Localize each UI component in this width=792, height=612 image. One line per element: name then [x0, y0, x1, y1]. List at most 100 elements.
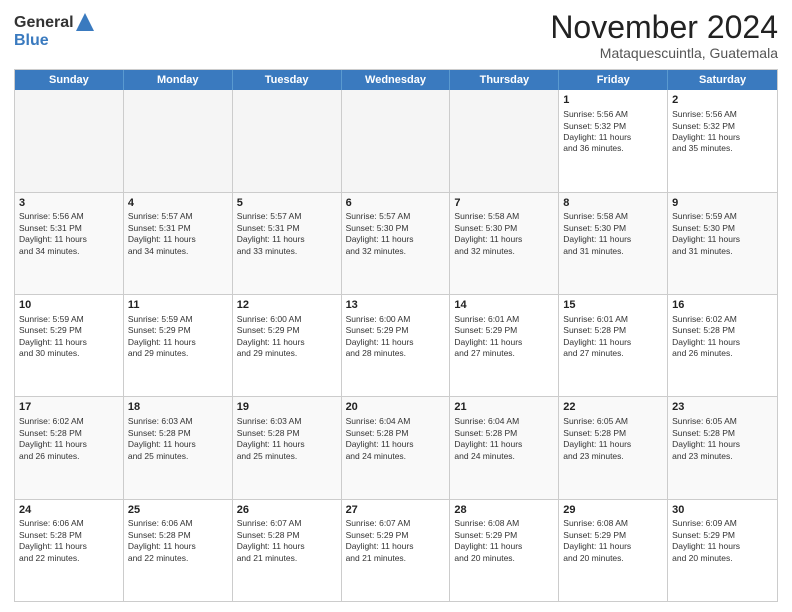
day-number: 8 — [563, 196, 663, 211]
day-number: 26 — [237, 503, 337, 518]
day-number: 24 — [19, 503, 119, 518]
calendar-row-1: 3Sunrise: 5:56 AM Sunset: 5:31 PM Daylig… — [15, 192, 777, 294]
day-number: 12 — [237, 298, 337, 313]
day-cell-1: 1Sunrise: 5:56 AM Sunset: 5:32 PM Daylig… — [559, 90, 668, 191]
header: General Blue November 2024 Mataquescuint… — [14, 10, 778, 61]
day-cell-15: 15Sunrise: 6:01 AM Sunset: 5:28 PM Dayli… — [559, 295, 668, 396]
day-info: Sunrise: 6:04 AM Sunset: 5:28 PM Dayligh… — [346, 416, 446, 462]
day-cell-12: 12Sunrise: 6:00 AM Sunset: 5:29 PM Dayli… — [233, 295, 342, 396]
location: Mataquescuintla, Guatemala — [550, 45, 778, 61]
day-cell-3: 3Sunrise: 5:56 AM Sunset: 5:31 PM Daylig… — [15, 193, 124, 294]
day-cell-26: 26Sunrise: 6:07 AM Sunset: 5:28 PM Dayli… — [233, 500, 342, 601]
day-number: 25 — [128, 503, 228, 518]
day-info: Sunrise: 5:56 AM Sunset: 5:32 PM Dayligh… — [563, 109, 663, 155]
day-number: 1 — [563, 93, 663, 108]
day-number: 6 — [346, 196, 446, 211]
day-cell-16: 16Sunrise: 6:02 AM Sunset: 5:28 PM Dayli… — [668, 295, 777, 396]
title-area: November 2024 Mataquescuintla, Guatemala — [550, 10, 778, 61]
day-number: 30 — [672, 503, 773, 518]
day-info: Sunrise: 5:59 AM Sunset: 5:30 PM Dayligh… — [672, 211, 773, 257]
day-info: Sunrise: 6:07 AM Sunset: 5:28 PM Dayligh… — [237, 518, 337, 564]
day-info: Sunrise: 5:58 AM Sunset: 5:30 PM Dayligh… — [563, 211, 663, 257]
day-info: Sunrise: 6:08 AM Sunset: 5:29 PM Dayligh… — [563, 518, 663, 564]
header-day-wednesday: Wednesday — [342, 70, 451, 90]
logo-blue: Blue — [14, 32, 49, 50]
day-number: 7 — [454, 196, 554, 211]
day-number: 14 — [454, 298, 554, 313]
calendar-header: SundayMondayTuesdayWednesdayThursdayFrid… — [15, 70, 777, 90]
day-number: 10 — [19, 298, 119, 313]
header-day-sunday: Sunday — [15, 70, 124, 90]
day-info: Sunrise: 6:01 AM Sunset: 5:29 PM Dayligh… — [454, 314, 554, 360]
day-info: Sunrise: 6:01 AM Sunset: 5:28 PM Dayligh… — [563, 314, 663, 360]
day-number: 16 — [672, 298, 773, 313]
day-cell-14: 14Sunrise: 6:01 AM Sunset: 5:29 PM Dayli… — [450, 295, 559, 396]
day-cell-29: 29Sunrise: 6:08 AM Sunset: 5:29 PM Dayli… — [559, 500, 668, 601]
day-cell-13: 13Sunrise: 6:00 AM Sunset: 5:29 PM Dayli… — [342, 295, 451, 396]
day-cell-9: 9Sunrise: 5:59 AM Sunset: 5:30 PM Daylig… — [668, 193, 777, 294]
calendar-row-4: 24 Sunrise: 6:06 AM Sunset: 5:28 PM Dayli… — [15, 499, 777, 601]
day-number: 29 — [563, 503, 663, 518]
day-cell-7: 7Sunrise: 5:58 AM Sunset: 5:30 PM Daylig… — [450, 193, 559, 294]
day-info: Sunrise: 6:00 AM Sunset: 5:29 PM Dayligh… — [237, 314, 337, 360]
day-info: Sunrise: 5:57 AM Sunset: 5:31 PM Dayligh… — [237, 211, 337, 257]
calendar-row-0: 1Sunrise: 5:56 AM Sunset: 5:32 PM Daylig… — [15, 90, 777, 191]
day-info: Sunrise: 5:57 AM Sunset: 5:30 PM Dayligh… — [346, 211, 446, 257]
header-day-saturday: Saturday — [668, 70, 777, 90]
day-cell-11: 11Sunrise: 5:59 AM Sunset: 5:29 PM Dayli… — [124, 295, 233, 396]
day-info: Sunrise: 6:06 AM Sunset: 5:28 PM Dayligh… — [128, 518, 228, 564]
day-cell-23: 23Sunrise: 6:05 AM Sunset: 5:28 PM Dayli… — [668, 397, 777, 498]
day-info: Sunrise: 5:56 AM Sunset: 5:32 PM Dayligh… — [672, 109, 773, 155]
day-number: 13 — [346, 298, 446, 313]
empty-cell-0-1 — [124, 90, 233, 191]
page-container: General Blue November 2024 Mataquescuint… — [0, 0, 792, 612]
day-info: Sunrise: 6:08 AM Sunset: 5:29 PM Dayligh… — [454, 518, 554, 564]
header-day-thursday: Thursday — [450, 70, 559, 90]
day-number: 20 — [346, 400, 446, 415]
day-info: Sunrise: 5:59 AM Sunset: 5:29 PM Dayligh… — [19, 314, 119, 360]
day-number: 3 — [19, 196, 119, 211]
day-number: 27 — [346, 503, 446, 518]
day-number: 2 — [672, 93, 773, 108]
day-info: Sunrise: 6:09 AM Sunset: 5:29 PM Dayligh… — [672, 518, 773, 564]
day-number: 11 — [128, 298, 228, 313]
day-info: Sunrise: 6:07 AM Sunset: 5:29 PM Dayligh… — [346, 518, 446, 564]
day-cell-24: 24Sunrise: 6:06 AM Sunset: 5:28 PM Dayli… — [15, 500, 124, 601]
calendar-row-2: 10Sunrise: 5:59 AM Sunset: 5:29 PM Dayli… — [15, 294, 777, 396]
day-info: Sunrise: 6:03 AM Sunset: 5:28 PM Dayligh… — [237, 416, 337, 462]
logo-general: General — [14, 14, 74, 32]
header-day-friday: Friday — [559, 70, 668, 90]
logo-triangle-icon — [76, 13, 94, 31]
day-info: Sunrise: 5:57 AM Sunset: 5:31 PM Dayligh… — [128, 211, 228, 257]
day-number: 5 — [237, 196, 337, 211]
calendar-row-3: 17Sunrise: 6:02 AM Sunset: 5:28 PM Dayli… — [15, 396, 777, 498]
day-cell-6: 6Sunrise: 5:57 AM Sunset: 5:30 PM Daylig… — [342, 193, 451, 294]
day-cell-4: 4Sunrise: 5:57 AM Sunset: 5:31 PM Daylig… — [124, 193, 233, 294]
day-cell-27: 27Sunrise: 6:07 AM Sunset: 5:29 PM Dayli… — [342, 500, 451, 601]
day-cell-30: 30Sunrise: 6:09 AM Sunset: 5:29 PM Dayli… — [668, 500, 777, 601]
day-info: Sunrise: 6:02 AM Sunset: 5:28 PM Dayligh… — [19, 416, 119, 462]
day-cell-25: 25Sunrise: 6:06 AM Sunset: 5:28 PM Dayli… — [124, 500, 233, 601]
day-number: 22 — [563, 400, 663, 415]
day-info: Sunrise: 6:04 AM Sunset: 5:28 PM Dayligh… — [454, 416, 554, 462]
day-number: 9 — [672, 196, 773, 211]
calendar-body: 1Sunrise: 5:56 AM Sunset: 5:32 PM Daylig… — [15, 90, 777, 601]
logo: General Blue — [14, 14, 94, 50]
day-cell-17: 17Sunrise: 6:02 AM Sunset: 5:28 PM Dayli… — [15, 397, 124, 498]
day-cell-18: 18Sunrise: 6:03 AM Sunset: 5:28 PM Dayli… — [124, 397, 233, 498]
day-number: 15 — [563, 298, 663, 313]
day-cell-21: 21Sunrise: 6:04 AM Sunset: 5:28 PM Dayli… — [450, 397, 559, 498]
header-day-tuesday: Tuesday — [233, 70, 342, 90]
day-number: 23 — [672, 400, 773, 415]
empty-cell-0-0 — [15, 90, 124, 191]
header-day-monday: Monday — [124, 70, 233, 90]
day-cell-28: 28Sunrise: 6:08 AM Sunset: 5:29 PM Dayli… — [450, 500, 559, 601]
day-info: Sunrise: 5:59 AM Sunset: 5:29 PM Dayligh… — [128, 314, 228, 360]
calendar: SundayMondayTuesdayWednesdayThursdayFrid… — [14, 69, 778, 602]
day-number: 19 — [237, 400, 337, 415]
day-info: Sunrise: 6:05 AM Sunset: 5:28 PM Dayligh… — [563, 416, 663, 462]
day-info: Sunrise: 5:58 AM Sunset: 5:30 PM Dayligh… — [454, 211, 554, 257]
day-info: Sunrise: 6:05 AM Sunset: 5:28 PM Dayligh… — [672, 416, 773, 462]
day-info: Sunrise: 6:02 AM Sunset: 5:28 PM Dayligh… — [672, 314, 773, 360]
day-cell-22: 22Sunrise: 6:05 AM Sunset: 5:28 PM Dayli… — [559, 397, 668, 498]
